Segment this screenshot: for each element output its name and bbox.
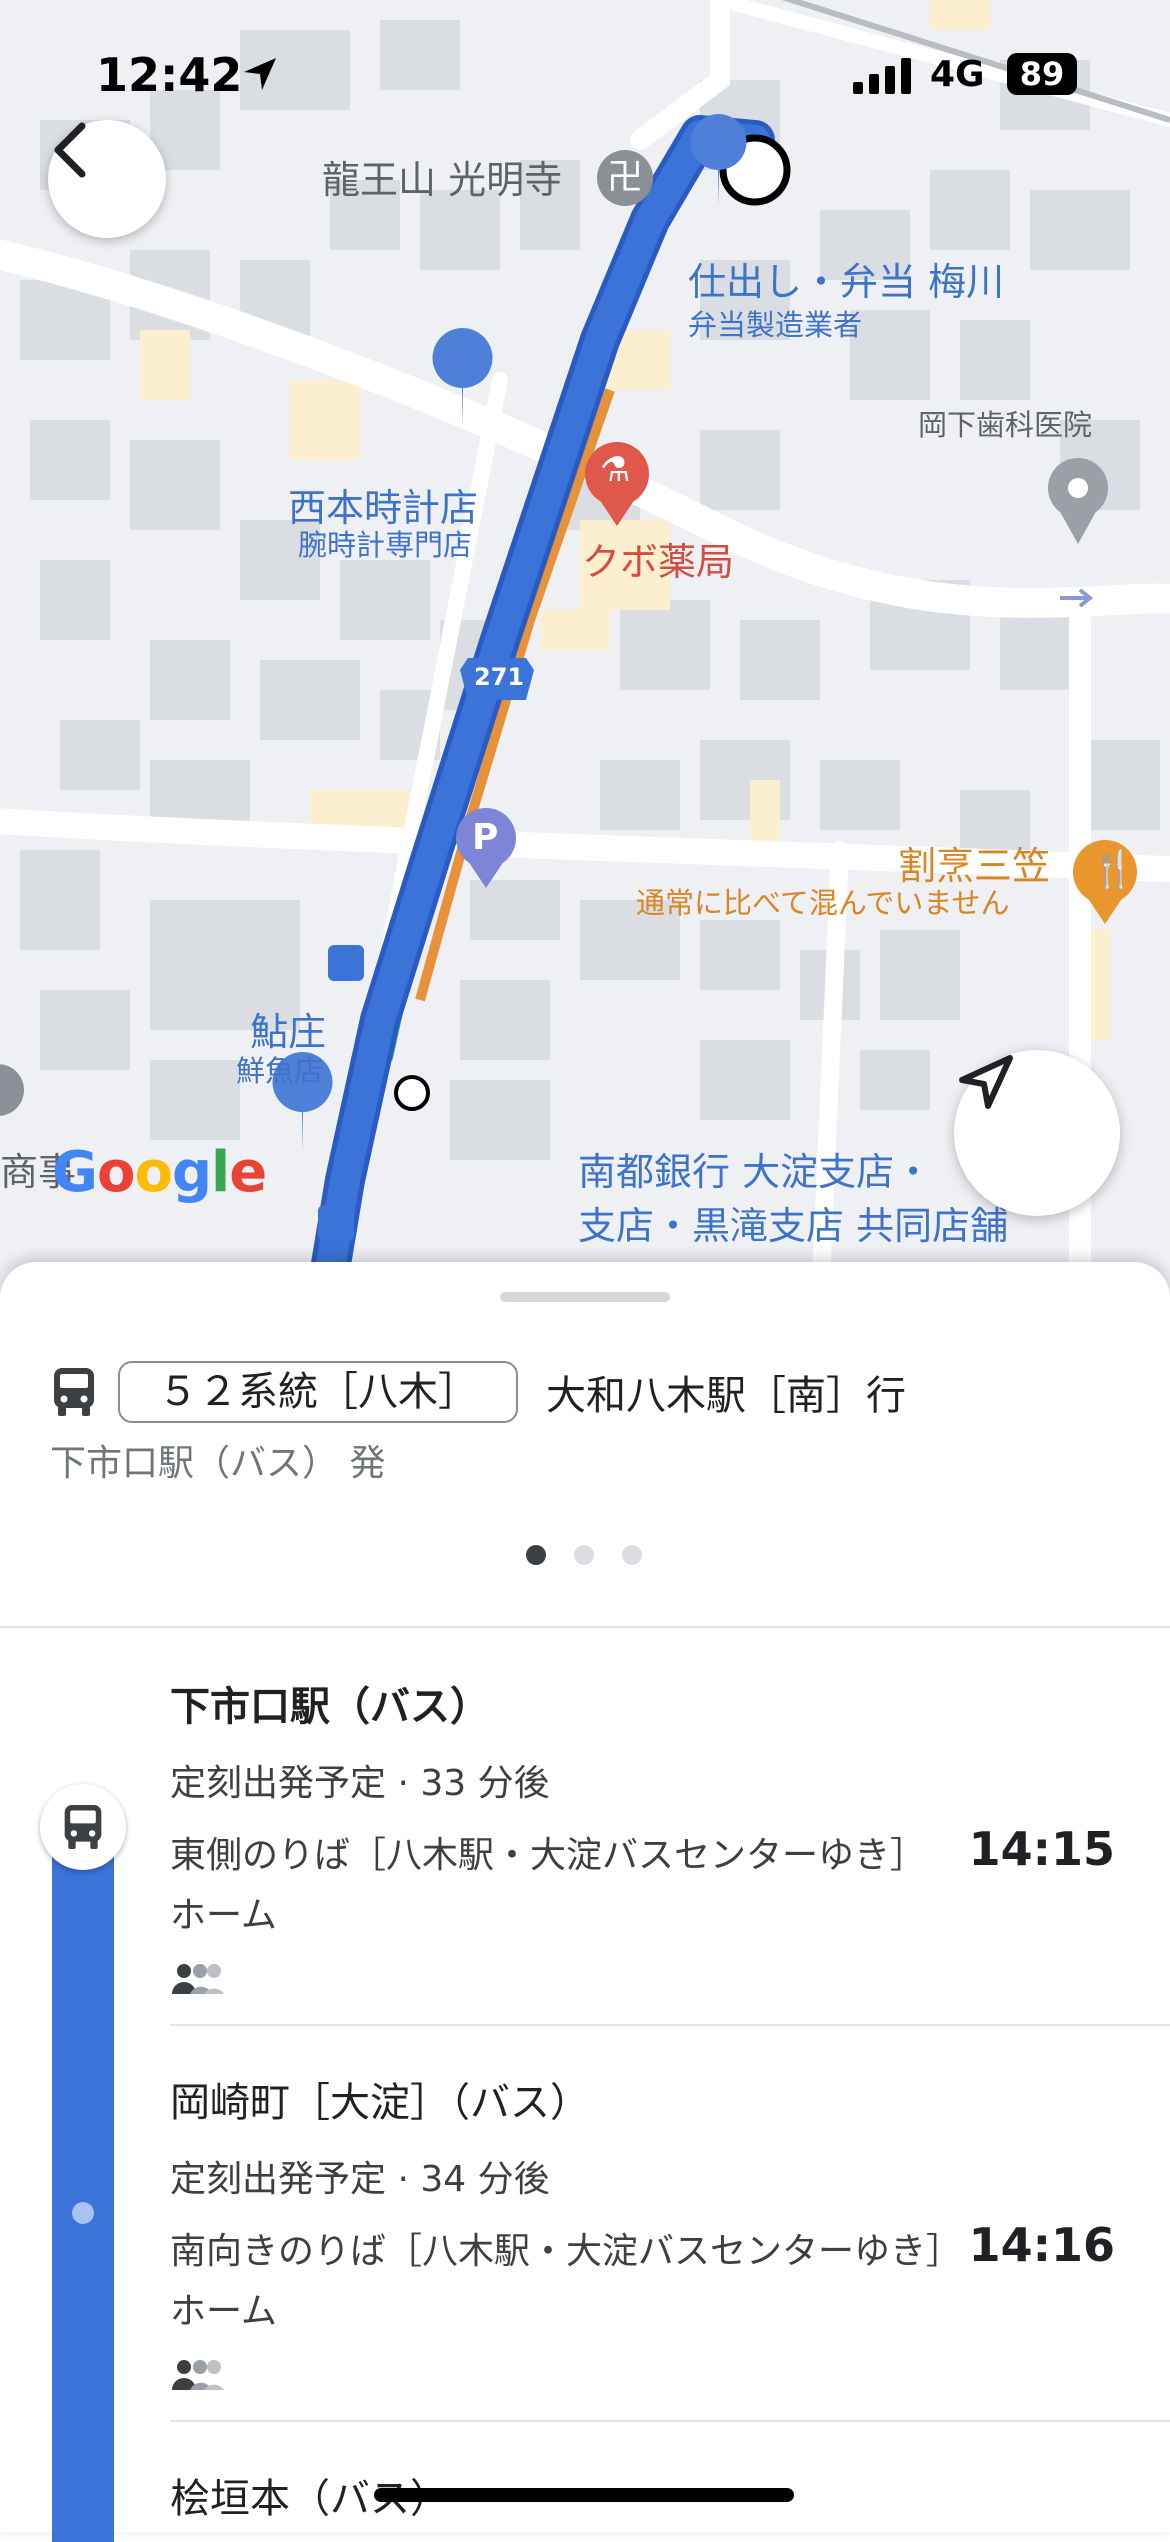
pharmacy-label[interactable]: クボ薬局 xyxy=(582,541,734,584)
bank-label-line2[interactable]: 支店・黒滝支店 共同店舗 xyxy=(578,1205,1008,1248)
fish-store-label[interactable]: 鮎庄 xyxy=(250,1011,326,1054)
status-time: 12:42 xyxy=(96,48,243,102)
bento-shop-type: 弁当製造業者 xyxy=(688,308,863,342)
divider xyxy=(0,1626,1170,1628)
crowd-level-icon xyxy=(172,1964,224,1994)
stop-name: 岡崎町［大淀］（バス） xyxy=(170,2080,590,2126)
route-line-badge: ５２系統［八木］ xyxy=(118,1361,518,1423)
stop-item[interactable]: 下市口駅（バス） 定刻出発予定 · 33 分後 東側のりば［八木駅・大淀バスセン… xyxy=(170,1674,1130,2000)
divider xyxy=(170,2420,1170,2422)
location-arrow-icon xyxy=(244,58,276,90)
stop-name: 下市口駅（バス） xyxy=(170,1684,490,1730)
stop-schedule: 定刻出発予定 · 33 分後 xyxy=(170,1763,550,1804)
bus-icon xyxy=(64,1805,102,1849)
temple-label[interactable]: 龍王山 光明寺 xyxy=(322,159,562,202)
home-indicator[interactable] xyxy=(374,2488,794,2502)
stop-time: 14:16 xyxy=(968,2218,1115,2272)
map-view[interactable]: 卍 271 P 🍴 ⚗ 龍王山 光明寺 仕出し・弁当 梅川 弁当製造業者 岡下歯… xyxy=(0,0,1170,1300)
sheet-drag-handle[interactable] xyxy=(500,1292,670,1302)
route-header: ５２系統［八木］ 大和八木駅［南］行 xyxy=(50,1352,1130,1432)
dentist-label[interactable]: 岡下歯科医院 xyxy=(918,409,1092,442)
signal-icon xyxy=(853,58,911,94)
page-dot[interactable] xyxy=(622,1545,642,1565)
divider xyxy=(170,2024,1170,2026)
my-location-button[interactable] xyxy=(954,1050,1120,1216)
bento-shop-label[interactable]: 仕出し・弁当 梅川 xyxy=(688,261,1004,304)
route-shield-label: 271 xyxy=(474,663,525,691)
current-stop-marker xyxy=(40,1784,126,1870)
stop-time: 14:15 xyxy=(968,1822,1115,1876)
restaurant-busy-label: 通常に比べて混んでいません xyxy=(636,886,1010,920)
route-destination: 大和八木駅［南］行 xyxy=(546,1373,906,1419)
route-details-sheet[interactable]: ５２系統［八木］ 大和八木駅［南］行 下市口駅（バス） 発 下市口駅（バス） 定… xyxy=(0,1262,1170,2542)
page-dot-active[interactable] xyxy=(526,1545,546,1565)
temple-icon: 卍 xyxy=(607,157,644,198)
pharmacy-icon[interactable]: ⚗ xyxy=(600,451,630,489)
network-type: 4G xyxy=(930,54,985,95)
route-timeline-bar xyxy=(52,1822,114,2542)
bus-icon xyxy=(54,1368,94,1416)
page-dot[interactable] xyxy=(574,1545,594,1565)
watch-store-type: 腕時計専門店 xyxy=(298,528,473,562)
stop-schedule: 定刻出発予定 · 34 分後 xyxy=(170,2159,550,2200)
battery-icon: 89 xyxy=(1007,53,1077,95)
google-logo: Google xyxy=(52,1140,267,1205)
restaurant-label[interactable]: 割烹三笠 xyxy=(898,845,1050,888)
bank-label-line1[interactable]: 南都銀行 大淀支店・ xyxy=(578,1151,932,1194)
watch-store-label[interactable]: 西本時計店 xyxy=(288,487,478,530)
crowd-level-icon xyxy=(172,2360,224,2390)
fish-store-type: 鮮魚店 xyxy=(236,1054,324,1088)
parking-icon[interactable]: P xyxy=(472,818,498,858)
stop-dot-marker xyxy=(72,2202,94,2224)
stop-platform: 南向きのりば［八木駅・大淀バスセンターゆき］ホーム xyxy=(170,2231,945,2332)
restaurant-icon[interactable]: 🍴 xyxy=(1091,850,1136,890)
status-bar: 12:42 4G 89 xyxy=(0,0,1170,150)
chevron-left-icon xyxy=(54,122,86,178)
back-button[interactable] xyxy=(48,120,166,238)
departure-stop-label: 下市口駅（バス） 発 xyxy=(50,1443,386,1484)
stop-item[interactable]: 岡崎町［大淀］（バス） 定刻出発予定 · 34 分後 南向きのりば［八木駅・大淀… xyxy=(170,2070,1130,2396)
navigation-arrow-icon xyxy=(959,1055,1013,1109)
stop-platform: 東側のりば［八木駅・大淀バスセンターゆき］ホーム xyxy=(170,1835,927,1936)
